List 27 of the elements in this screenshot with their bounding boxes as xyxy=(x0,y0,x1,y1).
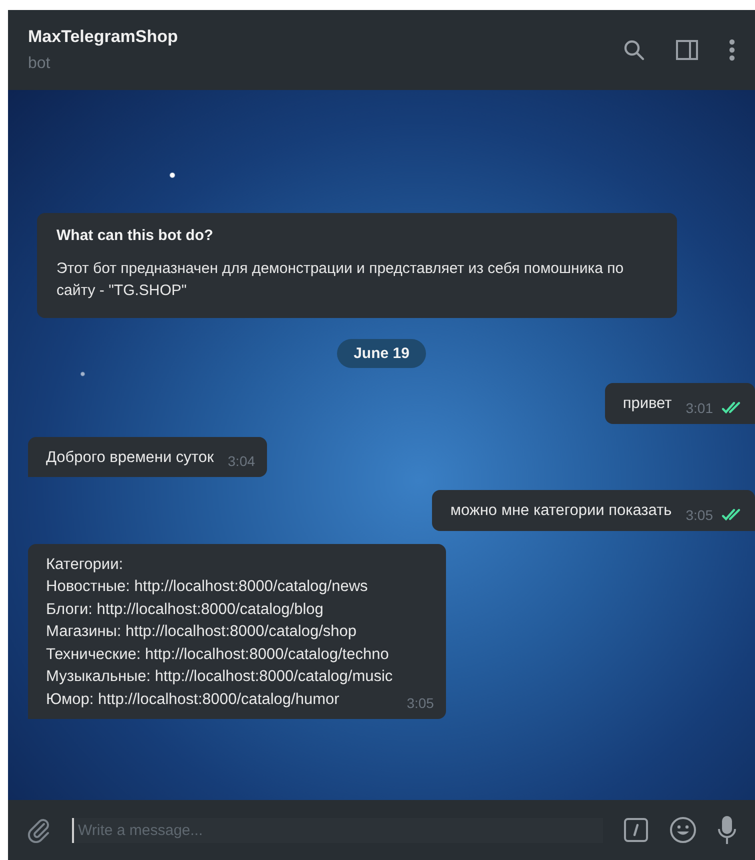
message-text: Юмор: http://localhost:8000/catalog/humor xyxy=(46,690,340,710)
message-text: Доброго времени суток xyxy=(46,448,214,468)
chat-subtitle: bot xyxy=(28,55,52,73)
bot-info-title: What can this bot do? xyxy=(56,227,214,244)
chat-title: MaxTelegramShop xyxy=(28,27,178,47)
paperclip-icon[interactable] xyxy=(26,817,52,843)
bot-info-text: Этот бот предназначен для демонстрации и представляет из себя помошника по сайту - "TG.SHOP" xyxy=(56,259,625,301)
bot-command-icon[interactable] xyxy=(623,817,649,843)
message-time: 3:05 xyxy=(686,506,713,522)
message-text: Категории: xyxy=(46,554,124,574)
sidebar-toggle-icon[interactable] xyxy=(675,39,699,61)
message-text: Музыкальные: http://localhost:8000/catalog/music xyxy=(46,667,393,687)
microphone-icon[interactable] xyxy=(717,815,737,845)
message-time: 3:04 xyxy=(228,453,256,469)
more-menu-icon[interactable] xyxy=(729,39,735,61)
message-text: Технические: http://localhost:8000/catalog/techno xyxy=(46,644,390,664)
message-text: можно мне категории показать xyxy=(450,501,672,521)
message-text: Блоги: http://localhost:8000/catalog/blog xyxy=(46,600,324,620)
message-text: Новостные: http://localhost:8000/catalog/news xyxy=(46,577,369,597)
date-pill: June 19 xyxy=(336,339,426,368)
message-time: 3:01 xyxy=(686,400,713,416)
message-text: Магазины: http://localhost:8000/catalog/shop xyxy=(46,622,358,642)
message-input-field[interactable]: Write a message... xyxy=(72,818,603,842)
emoji-icon[interactable] xyxy=(669,816,697,844)
search-icon[interactable] xyxy=(623,39,645,61)
message-text: привет xyxy=(622,394,672,414)
message-time: 3:05 xyxy=(406,695,434,711)
